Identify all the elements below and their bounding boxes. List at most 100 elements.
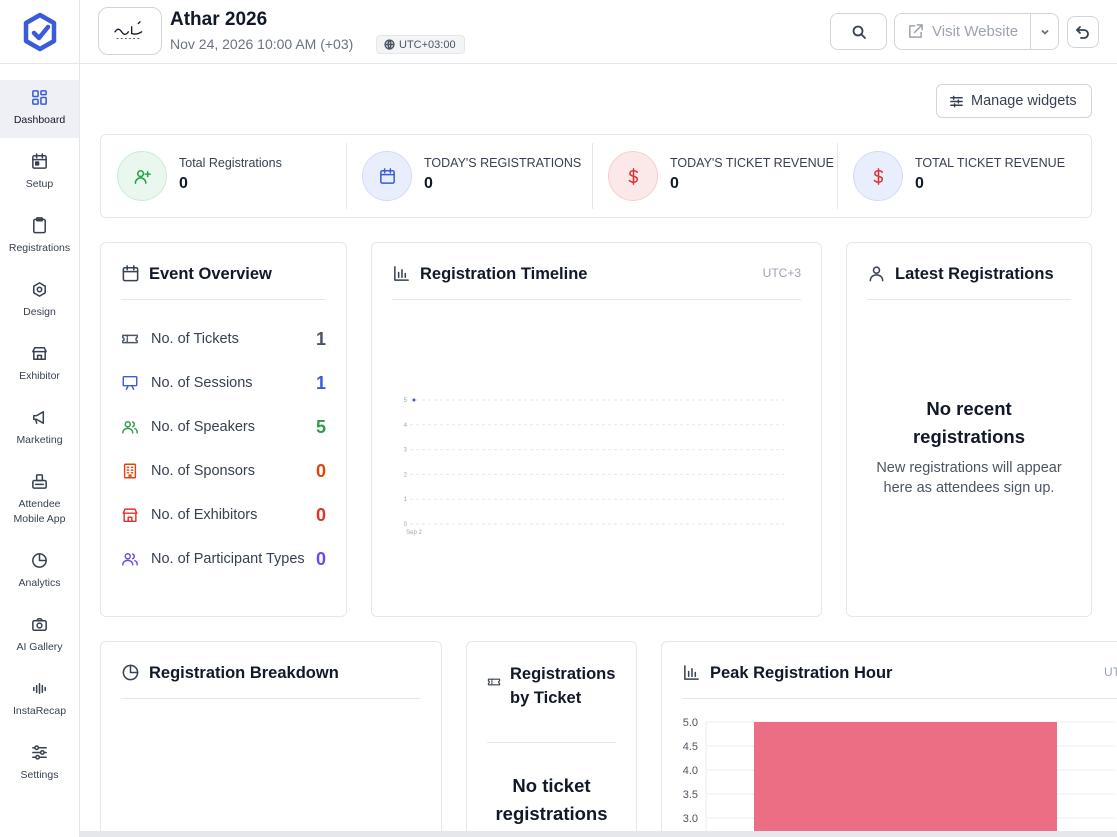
search-button[interactable] — [830, 13, 887, 50]
store-icon — [32, 347, 47, 360]
sidebar-item-label: InstaRecap — [12, 705, 67, 717]
sidebar-item-label: Exhibitor — [19, 370, 60, 382]
y-tick-label: 3 — [404, 448, 408, 454]
y-tick-label: 5 — [404, 398, 408, 404]
sidebar-item-label: Registrations — [8, 242, 71, 254]
overview-label: No. of Sponsors — [151, 463, 255, 479]
sliders-icon — [950, 95, 963, 107]
undo-button[interactable] — [1067, 16, 1099, 48]
sidebar-item-design[interactable]: Design — [0, 272, 79, 330]
x-tick-label: Sep 2 — [406, 530, 422, 536]
top-header: Athar 2026 Nov 24, 2026 10:00 AM (+03) U… — [80, 0, 1117, 64]
overview-row-speakers[interactable]: No. of Speakers 5 — [121, 415, 326, 439]
overview-row-sponsors[interactable]: No. of Sponsors 0 — [121, 459, 326, 483]
registration-breakdown-card: Registration Breakdown — [100, 641, 442, 837]
building-icon — [123, 463, 137, 479]
overview-row-sessions[interactable]: No. of Sessions 1 — [121, 371, 326, 395]
ticket-icon — [122, 334, 138, 344]
app-logo[interactable] — [20, 12, 60, 52]
stat-value: 0 — [670, 175, 679, 192]
overview-row-tickets[interactable]: No. of Tickets 1 — [121, 327, 326, 351]
card-header: Latest Registrations — [867, 263, 1071, 300]
timezone-badge: UTC+03:00 — [376, 35, 465, 54]
sidebar-item-ai-gallery[interactable]: AI Gallery — [0, 607, 79, 665]
stats-panel: Total Registrations 0 TODAY'S REGISTRATI… — [100, 134, 1092, 218]
y-tick-label: 3.5 — [683, 789, 698, 801]
stat-label: TODAY'S TICKET REVENUE — [670, 156, 835, 170]
horizontal-scrollbar[interactable] — [80, 831, 1117, 837]
event-logo[interactable] — [98, 7, 162, 55]
overview-row-exhibitors[interactable]: No. of Exhibitors 0 — [121, 503, 326, 527]
ticket-icon — [487, 678, 501, 686]
y-tick-label: 4 — [404, 423, 408, 429]
app: Dashboard Setup Registrations Design Exh… — [0, 0, 1117, 837]
sidebar-item-instarecap[interactable]: InstaRecap — [0, 671, 79, 729]
card-title: Registration Timeline — [420, 265, 588, 283]
users-icon — [122, 421, 138, 434]
calendar-setup-icon — [32, 153, 47, 169]
search-icon — [852, 25, 866, 39]
overview-value: 0 — [315, 548, 326, 569]
overview-value: 5 — [315, 416, 326, 437]
palette-icon — [33, 282, 46, 297]
stat-value: 0 — [424, 175, 433, 192]
card-header: Registration Timeline UTC+3 — [392, 263, 801, 300]
sidebar-item-exhibitor[interactable]: Exhibitor — [0, 336, 79, 394]
stat-label: TODAY'S REGISTRATIONS — [424, 156, 582, 170]
stat-value: 0 — [179, 175, 188, 192]
event-title: Athar 2026 — [170, 9, 268, 30]
pie-chart-icon — [32, 553, 47, 568]
empty-state-description: New registrations will appear here as at… — [876, 460, 1062, 496]
overview-label: No. of Speakers — [151, 419, 255, 435]
registrations-by-ticket-card: Registrations by Ticket No ticket regist… — [466, 641, 637, 837]
stat-icon-bg — [608, 151, 658, 201]
sidebar-item-registrations[interactable]: Registrations — [0, 208, 79, 266]
grid-icon — [32, 90, 47, 105]
latest-registrations-card: Latest Registrations No recent registrat… — [846, 242, 1092, 617]
presentation-icon — [122, 375, 138, 391]
card-header: Registration Breakdown — [121, 662, 421, 699]
event-date: Nov 24, 2026 10:00 AM (+03) — [170, 36, 354, 52]
sidebar-item-analytics[interactable]: Analytics — [0, 543, 79, 601]
sidebar-item-setup[interactable]: Setup — [0, 144, 79, 202]
sidebar-item-label: Analytics — [18, 577, 61, 589]
calendar-icon — [122, 265, 139, 282]
sidebar-item-label: AI Gallery — [16, 641, 63, 653]
user-plus-icon — [134, 169, 151, 184]
mobile-app-icon — [32, 474, 47, 489]
card-title: Registration Breakdown — [149, 664, 339, 682]
stat-label: Total Registrations — [179, 156, 282, 170]
manage-widgets-button[interactable]: Manage widgets — [936, 84, 1092, 118]
empty-state-title: No recent registrations — [912, 398, 1026, 447]
sidebar-divider — [0, 63, 80, 64]
card-header: Peak Registration Hour UT — [682, 662, 1117, 699]
stat-total-registrations: Total Registrations 0 — [101, 135, 347, 217]
stat-todays-registrations: TODAY'S REGISTRATIONS 0 — [346, 135, 592, 217]
sidebar-item-settings[interactable]: Settings — [0, 735, 79, 793]
timezone-label: UTC+3 — [762, 266, 801, 280]
visit-website-dropdown[interactable] — [1030, 13, 1059, 50]
sidebar-item-attendee-mobile-app[interactable]: Attendee Mobile App — [0, 464, 79, 536]
card-title: Peak Registration Hour — [710, 664, 893, 682]
visit-website-button[interactable]: Visit Website — [894, 13, 1030, 50]
sidebar-item-marketing[interactable]: Marketing — [0, 400, 79, 458]
overview-value: 1 — [315, 372, 326, 393]
pie-chart-icon — [122, 664, 139, 681]
sidebar-item-dashboard[interactable]: Dashboard — [0, 80, 79, 138]
y-tick-label: 4.5 — [683, 741, 698, 753]
y-tick-label: 0 — [404, 522, 408, 528]
store-icon — [122, 508, 138, 523]
overview-row-participant-types[interactable]: No. of Participant Types 0 — [121, 547, 326, 571]
chevron-down-icon — [1040, 29, 1049, 35]
stat-todays-ticket-revenue: TODAY'S TICKET REVENUE 0 — [592, 135, 838, 217]
sidebar-item-label: Settings — [20, 769, 59, 781]
sidebar-item-label: Marketing — [16, 434, 63, 446]
bar — [754, 722, 1057, 837]
clipboard-icon — [33, 217, 46, 234]
external-link-icon — [909, 24, 923, 38]
registration-timeline-chart: 0 1 2 3 4 5 Sep 2 — [404, 398, 784, 536]
camera-icon — [32, 618, 47, 631]
calendar-icon — [379, 167, 395, 184]
sidebar-item-label: Dashboard — [13, 114, 66, 126]
y-tick-label: 2 — [404, 472, 408, 478]
